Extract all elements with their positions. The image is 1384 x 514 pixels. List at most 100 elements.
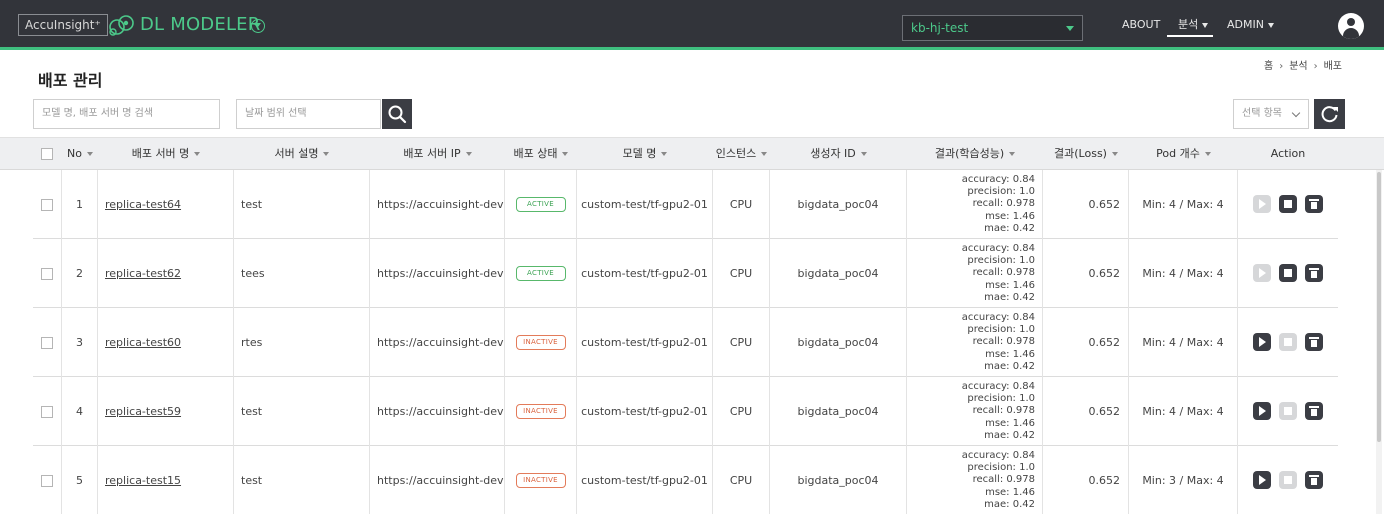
trash-lid bbox=[1309, 475, 1319, 477]
row-checkbox[interactable] bbox=[41, 474, 53, 487]
row-checkbox[interactable] bbox=[41, 405, 53, 418]
avatar-head bbox=[1347, 18, 1355, 26]
project-select[interactable]: kb-hj-test bbox=[902, 15, 1083, 41]
brand-dropdown-icon[interactable] bbox=[251, 19, 265, 33]
trash-can bbox=[1311, 478, 1317, 485]
column-select[interactable]: 선택 항목 bbox=[1233, 99, 1309, 129]
col-header-status[interactable]: 배포 상태 bbox=[505, 138, 577, 171]
stop-button[interactable] bbox=[1279, 264, 1297, 282]
server-name-link[interactable]: replica-test62 bbox=[105, 267, 181, 280]
cell-server-name: replica-test59 bbox=[98, 377, 234, 446]
stop-button[interactable] bbox=[1279, 402, 1297, 420]
cell-server-name: replica-test15 bbox=[98, 446, 234, 514]
scrollbar-thumb[interactable] bbox=[1377, 172, 1381, 442]
cell-no: 4 bbox=[62, 377, 98, 446]
cell-metrics: accuracy: 0.84 precision: 1.0 recall: 0.97… bbox=[907, 446, 1043, 514]
play-button[interactable] bbox=[1253, 264, 1271, 282]
avatar-body bbox=[1343, 28, 1359, 39]
play-button[interactable] bbox=[1253, 195, 1271, 213]
table-header: No 배포 서버 명 서버 설명 배포 서버 IP 배포 상태 모델 명 인스턴… bbox=[0, 137, 1384, 170]
breadcrumb-analysis[interactable]: 분석 bbox=[1289, 61, 1307, 72]
row-checkbox[interactable] bbox=[41, 336, 53, 349]
row-checkbox[interactable] bbox=[41, 198, 53, 211]
nav-admin[interactable]: ADMIN bbox=[1227, 18, 1274, 32]
col-header-server-name[interactable]: 배포 서버 명 bbox=[98, 138, 234, 171]
delete-button[interactable] bbox=[1305, 195, 1323, 213]
metric-line: recall: 0.978 bbox=[972, 267, 1035, 279]
col-header-metrics[interactable]: 결과(학습성능) bbox=[907, 138, 1043, 171]
nav-active-indicator bbox=[1167, 35, 1213, 37]
delete-button[interactable] bbox=[1305, 333, 1323, 351]
sort-icon bbox=[465, 152, 472, 156]
refresh-button[interactable] bbox=[1314, 99, 1345, 129]
scrollbar[interactable] bbox=[1376, 170, 1382, 514]
trash-lid bbox=[1309, 199, 1319, 201]
server-name-link[interactable]: replica-test64 bbox=[105, 198, 181, 211]
col-header-server-desc[interactable]: 서버 설명 bbox=[234, 138, 370, 171]
col-header-loss[interactable]: 결과(Loss) bbox=[1043, 138, 1129, 171]
dl-modeler-logo-icon bbox=[109, 15, 134, 36]
play-button[interactable] bbox=[1253, 471, 1271, 489]
play-icon bbox=[1259, 406, 1266, 416]
cell-actions bbox=[1238, 239, 1338, 308]
cell-model: custom-test/tf-gpu2-01 bbox=[577, 377, 713, 446]
cell-metrics: accuracy: 0.84 precision: 1.0 recall: 0.97… bbox=[907, 308, 1043, 377]
breadcrumb-home[interactable]: 홈 bbox=[1264, 61, 1273, 72]
metric-line: mse: 1.46 bbox=[985, 210, 1035, 222]
play-button[interactable] bbox=[1253, 402, 1271, 420]
sort-icon bbox=[1111, 152, 1118, 156]
stop-button[interactable] bbox=[1279, 333, 1297, 351]
metric-line: mse: 1.46 bbox=[985, 486, 1035, 498]
trash-icon bbox=[1309, 268, 1319, 278]
server-name-link[interactable]: replica-test59 bbox=[105, 405, 181, 418]
accuinsight-logo[interactable]: AccuInsight⁺ bbox=[18, 14, 108, 36]
stop-icon bbox=[1284, 338, 1292, 346]
delete-button[interactable] bbox=[1305, 402, 1323, 420]
cell-no: 2 bbox=[62, 239, 98, 308]
sort-icon bbox=[323, 152, 330, 156]
table-row: 1 replica-test64 test https://accuinsight-d… bbox=[33, 170, 1338, 239]
delete-button[interactable] bbox=[1305, 264, 1323, 282]
metric-line: mae: 0.42 bbox=[984, 222, 1035, 234]
cell-select bbox=[33, 377, 62, 446]
trash-icon bbox=[1309, 337, 1319, 347]
col-header-label: 배포 서버 IP bbox=[403, 147, 461, 160]
cell-ip: https://accuinsight-dev··· bbox=[370, 446, 505, 514]
stop-button[interactable] bbox=[1279, 195, 1297, 213]
nav-about[interactable]: ABOUT bbox=[1122, 18, 1160, 32]
delete-button[interactable] bbox=[1305, 471, 1323, 489]
col-header-no[interactable]: No bbox=[62, 138, 98, 171]
date-range-input[interactable]: 날짜 범위 선택 bbox=[236, 99, 381, 129]
cell-instance: CPU bbox=[713, 239, 770, 308]
play-button[interactable] bbox=[1253, 333, 1271, 351]
server-name-link[interactable]: replica-test15 bbox=[105, 474, 181, 487]
search-input[interactable]: 모델 명, 배포 서버 명 검색 bbox=[33, 99, 220, 129]
stop-button[interactable] bbox=[1279, 471, 1297, 489]
col-header-creator[interactable]: 생성자 ID bbox=[770, 138, 907, 171]
server-name-link[interactable]: replica-test60 bbox=[105, 336, 181, 349]
col-header-label: Pod 개수 bbox=[1156, 147, 1200, 160]
caret-down-icon bbox=[1066, 26, 1074, 31]
caret-down-icon bbox=[1202, 22, 1209, 28]
table-row: 3 replica-test60 rtes https://accuinsight-d… bbox=[33, 308, 1338, 377]
metric-line: accuracy: 0.84 bbox=[961, 449, 1035, 461]
col-header-model-name[interactable]: 모델 명 bbox=[577, 138, 713, 171]
row-checkbox[interactable] bbox=[41, 267, 53, 280]
caret-down-icon bbox=[1267, 22, 1274, 28]
search-button[interactable] bbox=[382, 99, 412, 129]
cell-select bbox=[33, 308, 62, 377]
cell-status: INACTIVE bbox=[505, 446, 577, 514]
col-header-server-ip[interactable]: 배포 서버 IP bbox=[370, 138, 505, 171]
col-header-label: 서버 설명 bbox=[274, 147, 319, 160]
col-header-pods[interactable]: Pod 개수 bbox=[1129, 138, 1238, 171]
col-header-label: 결과(Loss) bbox=[1054, 147, 1107, 160]
select-all-checkbox[interactable] bbox=[41, 148, 53, 160]
cell-model: custom-test/tf-gpu2-01 bbox=[577, 239, 713, 308]
col-header-instance[interactable]: 인스턴스 bbox=[713, 138, 770, 171]
user-avatar-icon[interactable] bbox=[1338, 13, 1364, 39]
nav-analysis[interactable]: 분석 bbox=[1178, 18, 1209, 32]
cell-model: custom-test/tf-gpu2-01 bbox=[577, 170, 713, 239]
column-select-label: 선택 항목 bbox=[1242, 108, 1282, 119]
metric-line: precision: 1.0 bbox=[967, 393, 1035, 405]
cell-no: 5 bbox=[62, 446, 98, 514]
